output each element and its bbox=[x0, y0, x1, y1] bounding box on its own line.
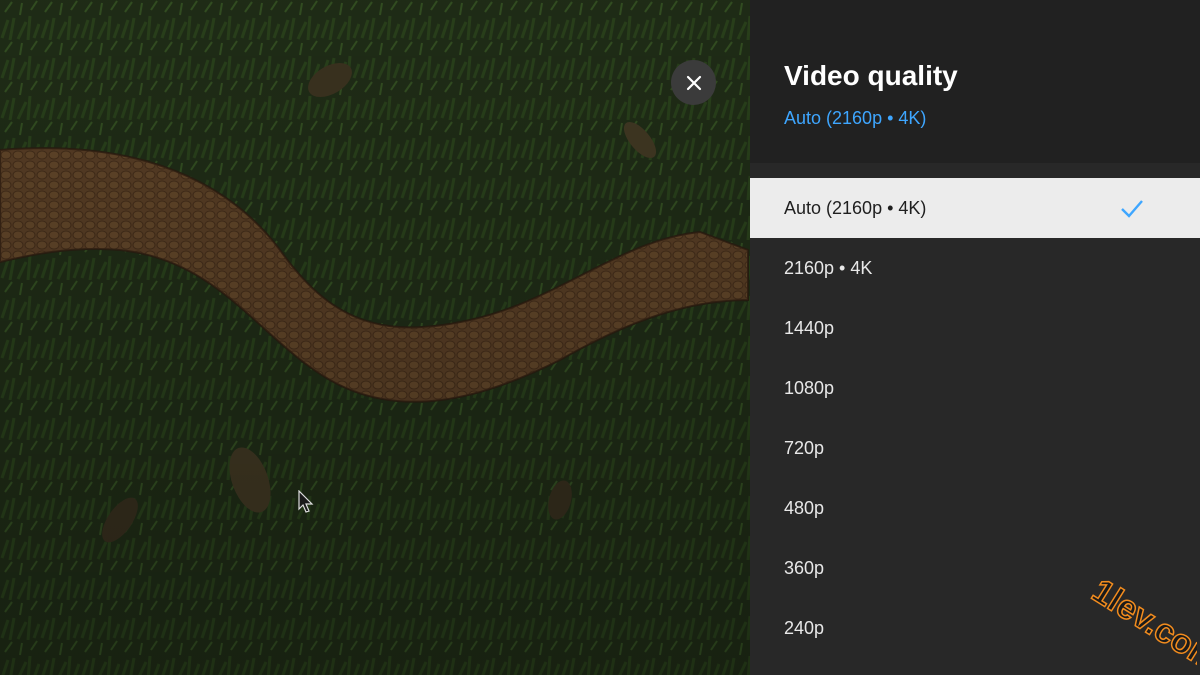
video-quality-panel: Video quality Auto (2160p • 4K) Auto (21… bbox=[750, 0, 1200, 675]
quality-option-label: 2160p • 4K bbox=[784, 257, 873, 278]
close-button[interactable] bbox=[671, 60, 716, 105]
panel-header: Video quality Auto (2160p • 4K) bbox=[750, 0, 1200, 163]
watermark-logo: 1lev.com bbox=[1085, 571, 1200, 675]
mouse-pointer-icon bbox=[298, 490, 314, 514]
quality-option[interactable]: 1440p bbox=[750, 298, 1200, 358]
quality-option-label: Auto (2160p • 4K) bbox=[784, 197, 927, 218]
checkmark-icon bbox=[1121, 200, 1143, 218]
quality-option[interactable]: 720p bbox=[750, 418, 1200, 478]
svg-text:1lev.com: 1lev.com bbox=[1085, 575, 1197, 670]
quality-option[interactable]: Auto (2160p • 4K) bbox=[750, 178, 1200, 238]
close-icon bbox=[686, 75, 701, 90]
quality-option-label: 1440p bbox=[784, 317, 835, 338]
quality-option-label: 360p bbox=[784, 557, 825, 578]
quality-option-label: 1080p bbox=[784, 377, 835, 398]
quality-option-label: 720p bbox=[784, 437, 825, 458]
video-frame[interactable] bbox=[0, 0, 750, 675]
quality-option[interactable]: 1080p bbox=[750, 358, 1200, 418]
quality-option[interactable]: 480p bbox=[750, 478, 1200, 538]
video-image bbox=[0, 0, 750, 675]
quality-option-label: 240p bbox=[784, 617, 825, 638]
panel-title: Video quality bbox=[784, 60, 958, 91]
quality-option[interactable]: 2160p • 4K bbox=[750, 238, 1200, 298]
quality-option-label: 480p bbox=[784, 497, 825, 518]
current-quality-label: Auto (2160p • 4K) bbox=[784, 108, 927, 128]
